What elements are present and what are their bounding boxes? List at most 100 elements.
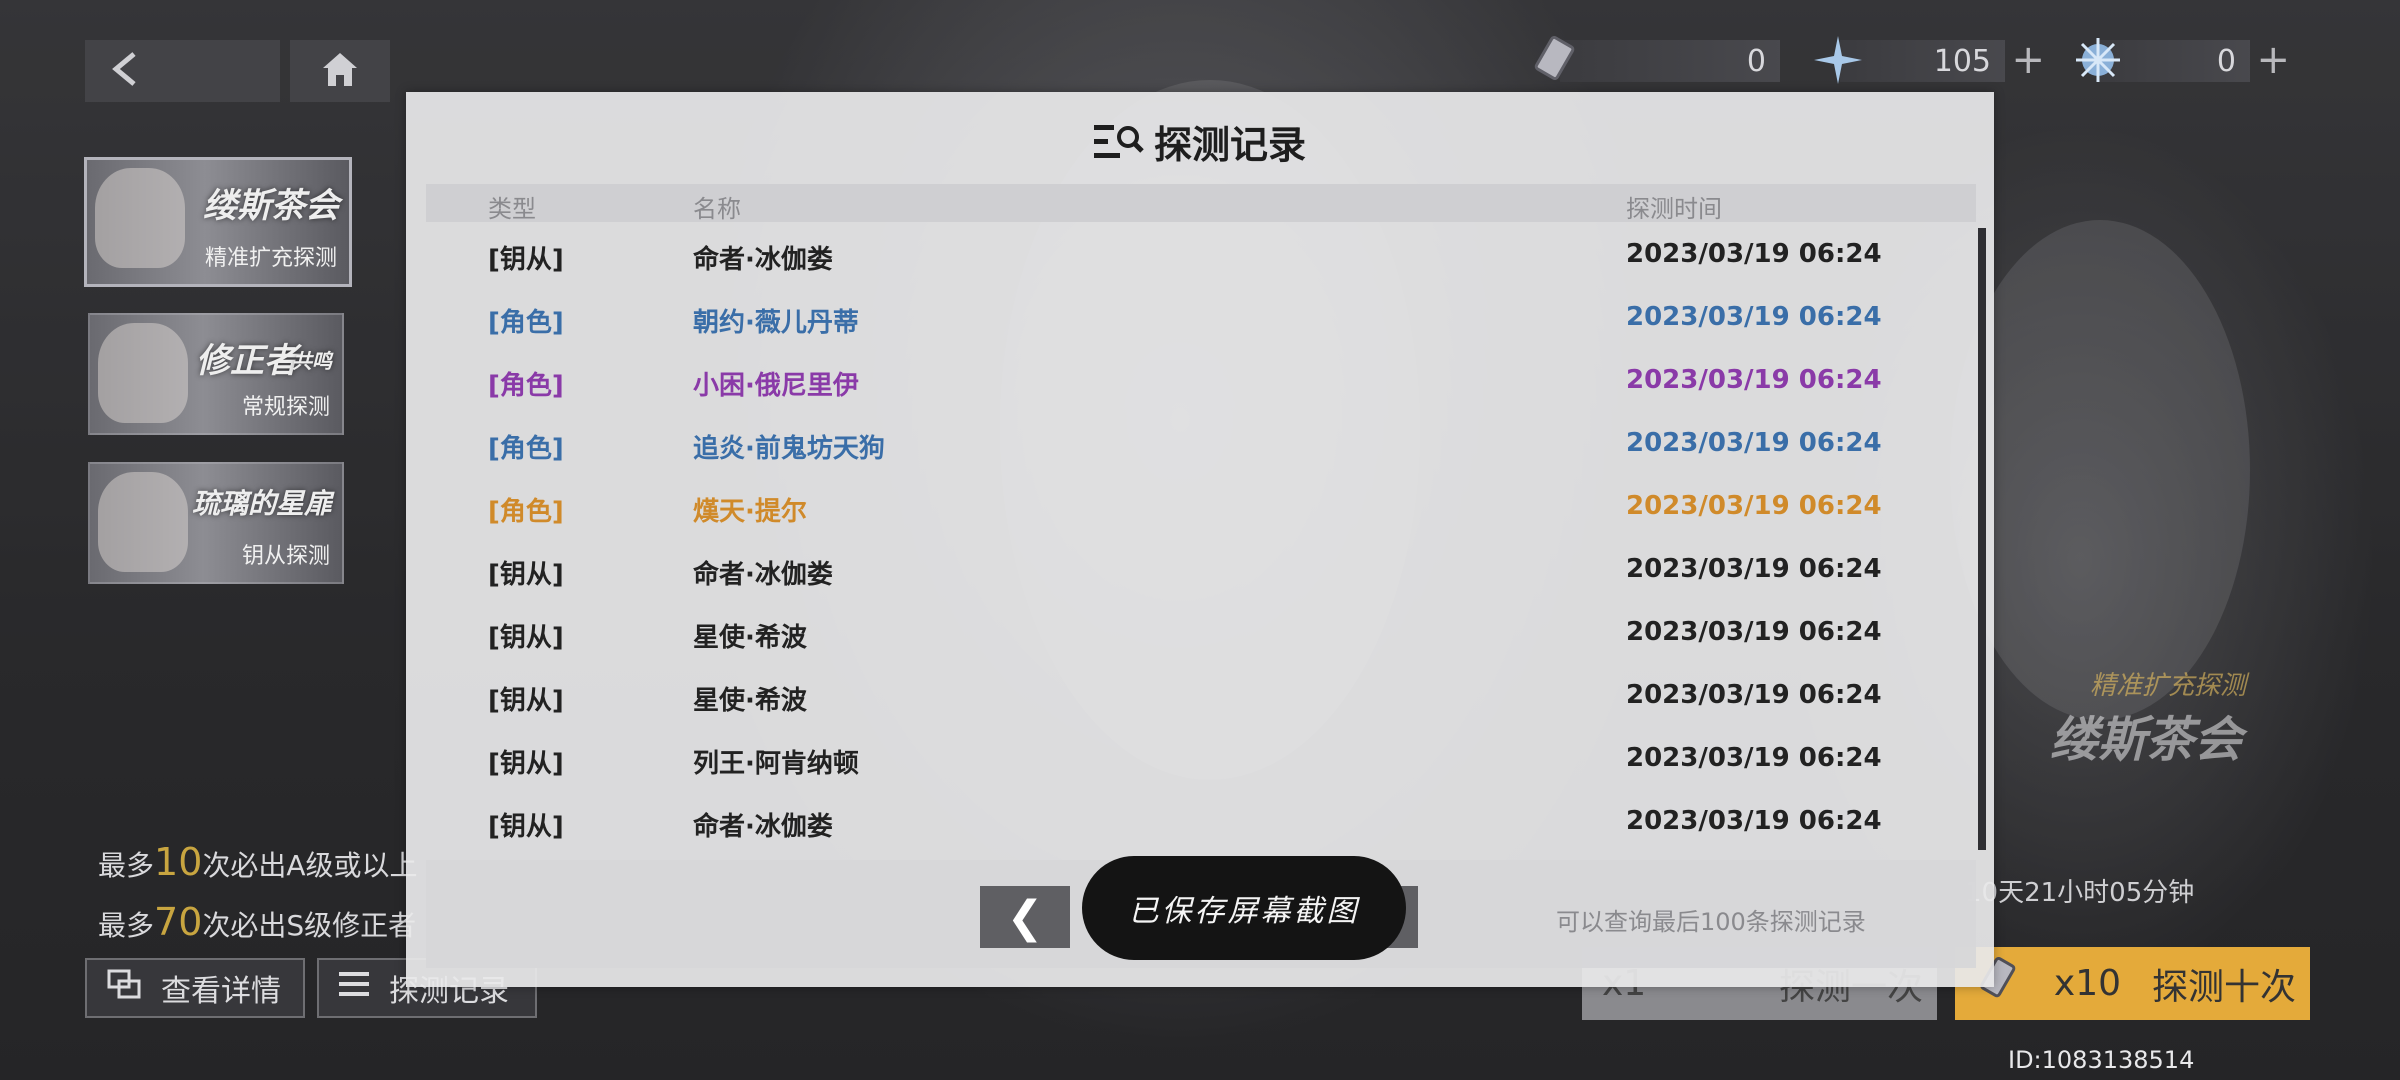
record-time: 2023/03/19 06:24: [1626, 239, 1882, 269]
star-count: 105: [1933, 43, 1991, 79]
record-name: 星使·希波: [693, 623, 807, 653]
back-button[interactable]: [85, 40, 280, 102]
records-table[interactable]: [钥从] 命者·冰伽娄 2023/03/19 06:24 [角色] 朝约·薇儿丹蒂 202…: [426, 224, 1976, 852]
banner-glass-star[interactable]: 琉璃的星扉 钥从探测: [88, 462, 344, 584]
banner-corrector[interactable]: 修正者 共鸣 常规探测: [88, 313, 344, 435]
record-time: 2023/03/19 06:24: [1626, 302, 1882, 332]
record-name: 小困·俄尼里伊: [693, 371, 859, 401]
back-arrow-icon: [110, 51, 140, 91]
record-time: 2023/03/19 06:24: [1626, 491, 1882, 521]
banner-character-portrait: [98, 323, 188, 423]
promo-line-s: 最多70次必出S级修正者: [98, 900, 416, 944]
banner-character-portrait: [98, 472, 188, 572]
record-type: [钥从]: [488, 560, 564, 590]
draw-ten-button[interactable]: x10 探测十次: [1955, 947, 2310, 1020]
record-name: 列王·阿肯纳顿: [693, 749, 859, 779]
currency-snowflake: 0 +: [2076, 38, 2290, 82]
banner-title: 修正者: [196, 341, 298, 381]
right-banner-subtitle: 精准扩充探测: [2090, 671, 2247, 701]
promo-suffix: 次必出S级修正者: [202, 909, 417, 942]
record-type: [钥从]: [488, 245, 564, 275]
record-type: [角色]: [488, 434, 564, 464]
record-type: [角色]: [488, 497, 564, 527]
column-time-header: 探测时间: [1626, 195, 1722, 223]
star-crystal-icon: [1810, 32, 1866, 88]
banner-subtitle: 常规探测: [241, 395, 330, 420]
table-row: [钥从] 命者·冰伽娄 2023/03/19 06:24: [426, 224, 1976, 287]
records-limit-note: 可以查询最后100条探测记录: [1556, 908, 1866, 936]
user-id: ID:1083138514: [2008, 1046, 2195, 1074]
banner-title: 缕斯茶会: [203, 186, 339, 226]
record-type: [钥从]: [488, 686, 564, 716]
table-row: [角色] 熯天·提尔 2023/03/19 06:24: [426, 476, 1976, 539]
record-name: 朝约·薇儿丹蒂: [693, 308, 859, 338]
screenshot-saved-toast: 已保存屏幕截图: [1082, 856, 1406, 960]
record-time: 2023/03/19 06:24: [1626, 428, 1882, 458]
details-button[interactable]: 查看详情: [85, 958, 305, 1018]
snowflake-crystal-icon: [2070, 32, 2126, 88]
record-time: 2023/03/19 06:24: [1626, 743, 1882, 773]
table-row: [钥从] 星使·希波 2023/03/19 06:24: [426, 602, 1976, 665]
currency-star: 105 +: [1814, 36, 2045, 84]
record-name: 追炎·前鬼坊天狗: [693, 434, 885, 464]
search-list-icon: [1093, 123, 1144, 161]
banner-tea-party[interactable]: 缕斯茶会 精准扩充探测: [84, 157, 352, 287]
records-scrollbar[interactable]: [1978, 228, 1986, 850]
table-row: [角色] 小困·俄尼里伊 2023/03/19 06:24: [426, 350, 1976, 413]
draw-ten-label: 探测十次: [2151, 966, 2296, 1008]
table-row: [钥从] 星使·希波 2023/03/19 06:24: [426, 665, 1976, 728]
ticket-icon: [1530, 32, 1586, 88]
table-header: 类型 名称 探测时间: [426, 184, 1976, 223]
record-name: 命者·冰伽娄: [693, 245, 833, 275]
banner-character-portrait: [95, 168, 185, 268]
banner-subtitle: 钥从探测: [241, 544, 330, 569]
add-snowflake-button[interactable]: +: [2256, 40, 2290, 80]
ticket-count: 0: [1746, 43, 1766, 79]
right-banner-title: 缕斯茶会: [2050, 712, 2243, 768]
record-time: 2023/03/19 06:24: [1626, 365, 1882, 395]
record-time: 2023/03/19 06:24: [1626, 617, 1882, 647]
record-time: 2023/03/19 06:24: [1626, 554, 1882, 584]
record-type: [角色]: [488, 371, 564, 401]
records-modal: 探测记录 类型 名称 探测时间 [钥从] 命者·冰伽娄 2023/03/19 06:…: [406, 92, 1994, 987]
snowflake-count: 0: [2216, 43, 2236, 79]
record-type: [钥从]: [488, 623, 564, 653]
record-type: [角色]: [488, 308, 564, 338]
record-time: 2023/03/19 06:24: [1626, 680, 1882, 710]
banner-title-suffix: 共鸣: [292, 349, 332, 373]
table-row: [角色] 朝约·薇儿丹蒂 2023/03/19 06:24: [426, 287, 1976, 350]
record-type: [钥从]: [488, 749, 564, 779]
record-name: 星使·希波: [693, 686, 807, 716]
record-time: 2023/03/19 06:24: [1626, 806, 1882, 836]
details-icon: [107, 969, 141, 1007]
promo-number: 70: [154, 900, 203, 944]
currency-ticket: 0: [1534, 36, 1780, 82]
column-type-header: 类型: [488, 195, 536, 223]
table-row: [角色] 追炎·前鬼坊天狗 2023/03/19 06:24: [426, 413, 1976, 476]
modal-title: 探测记录: [406, 114, 1994, 169]
table-row: [钥从] 命者·冰伽娄 2023/03/19 06:24: [426, 791, 1976, 854]
home-icon: [320, 50, 360, 92]
promo-suffix: 次必出A级或以上: [202, 849, 418, 882]
banner-title: 琉璃的星扉: [191, 487, 332, 520]
record-type: [钥从]: [488, 812, 564, 842]
event-timer: 10天21小时05分钟: [1965, 878, 2195, 908]
table-row: [钥从] 列王·阿肯纳顿 2023/03/19 06:24: [426, 728, 1976, 791]
chevron-left-icon: ❮: [1006, 891, 1044, 943]
list-icon: [339, 970, 369, 1006]
banner-subtitle: 精准扩充探测: [204, 246, 337, 271]
details-label: 查看详情: [161, 974, 281, 1009]
home-button[interactable]: [290, 40, 390, 102]
promo-number: 10: [154, 840, 203, 884]
promo-prefix: 最多: [98, 909, 155, 942]
record-name: 命者·冰伽娄: [693, 812, 833, 842]
prev-page-button[interactable]: ❮: [980, 886, 1070, 948]
record-name: 熯天·提尔: [693, 497, 807, 527]
promo-line-a: 最多10次必出A级或以上: [98, 840, 418, 884]
promo-prefix: 最多: [98, 849, 155, 882]
table-row: [钥从] 命者·冰伽娄 2023/03/19 06:24: [426, 539, 1976, 602]
draw-ten-cost: x10: [2053, 963, 2122, 1004]
add-star-button[interactable]: +: [2011, 40, 2045, 80]
modal-title-text: 探测记录: [1153, 123, 1306, 167]
record-name: 命者·冰伽娄: [693, 560, 833, 590]
